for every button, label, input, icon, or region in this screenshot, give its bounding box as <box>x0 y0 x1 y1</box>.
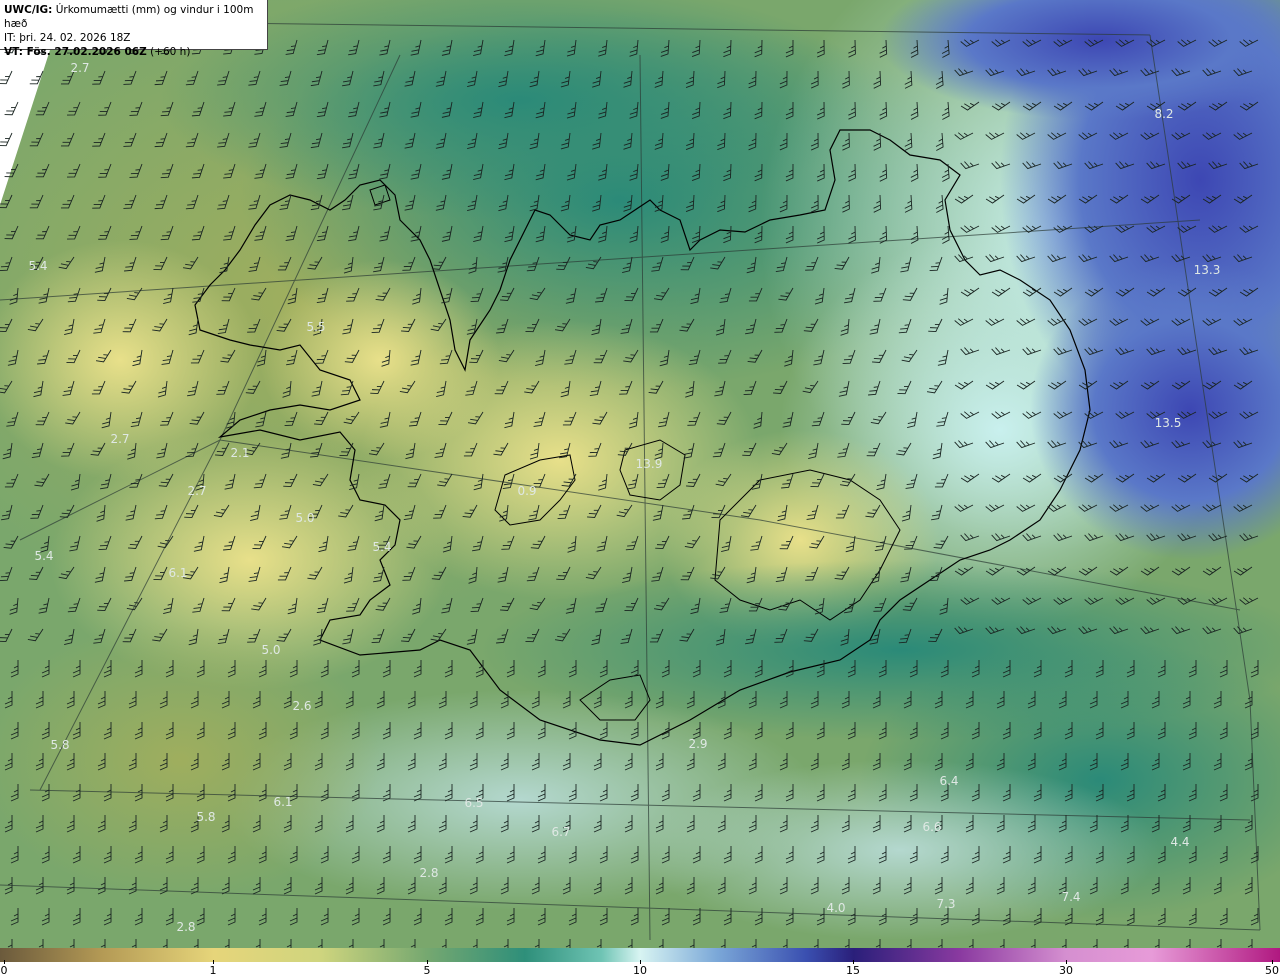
value-label: 13.5 <box>1155 416 1182 430</box>
value-label: 4.0 <box>826 901 845 915</box>
colorbar-tick-label: 10 <box>633 964 647 977</box>
model-name: UWC/IG: <box>4 4 53 16</box>
colorbar-tick-label: 50 <box>1265 964 1279 977</box>
value-label: 2.8 <box>419 866 438 880</box>
title-line-2: IT: þri. 24. 02. 2026 18Z <box>4 32 131 44</box>
value-label: 6.4 <box>939 774 958 788</box>
value-label: 2.7 <box>110 432 129 446</box>
value-label: 7.3 <box>936 897 955 911</box>
value-label: 2.6 <box>292 699 311 713</box>
colorbar-tick-label: 15 <box>846 964 860 977</box>
lead-time: (+60 h) <box>146 46 191 58</box>
value-label: 6.6 <box>922 820 941 834</box>
map-title-box: UWC/IG: Úrkomumætti (mm) og vindur i 100… <box>0 0 268 58</box>
value-label: 2.7 <box>70 61 89 75</box>
value-label: 6.1 <box>168 566 187 580</box>
value-label: 13.3 <box>1194 263 1221 277</box>
value-label: 5.0 <box>261 643 280 657</box>
value-label: 7.4 <box>1061 890 1080 904</box>
value-label: 5.5 <box>306 320 325 334</box>
value-label: 13.9 <box>636 457 663 471</box>
value-label: 8.2 <box>1154 107 1173 121</box>
value-label: 5.8 <box>50 738 69 752</box>
value-label: 5.0 <box>295 511 314 525</box>
value-label: 4.4 <box>1170 835 1189 849</box>
colorbar-tick-label: 30 <box>1059 964 1073 977</box>
value-label: 5.4 <box>372 540 391 554</box>
value-label: 2.8 <box>176 920 195 934</box>
colorbar-tick-label: 0 <box>0 964 8 977</box>
value-label: 6.1 <box>273 795 292 809</box>
value-label: 2.7 <box>187 484 206 498</box>
valid-time: VT: Fös. 27.02.2026 06Z <box>4 46 147 58</box>
value-label: 2.9 <box>688 737 707 751</box>
value-label: 0.9 <box>517 484 536 498</box>
title-line-3: VT: Fös. 27.02.2026 06Z (+60 h) <box>4 45 263 59</box>
title-line-1: UWC/IG: Úrkomumætti (mm) og vindur i 100… <box>4 3 263 31</box>
colorbar-tick-label: 1 <box>209 964 217 977</box>
value-label: 5.4 <box>34 549 53 563</box>
precipitation-wind-map: 2.7 5.4 5.5 2.7 2.1 2.7 5.0 5.4 5.4 6.1 5.0 2.6 5.8 6… <box>0 0 1280 948</box>
value-label: 5.4 <box>28 259 47 273</box>
value-label: 6.5 <box>464 796 483 810</box>
value-label: 2.1 <box>230 446 249 460</box>
value-label: 6.7 <box>551 825 570 839</box>
value-label: 5.8 <box>196 810 215 824</box>
colorbar-tick-label: 5 <box>423 964 431 977</box>
